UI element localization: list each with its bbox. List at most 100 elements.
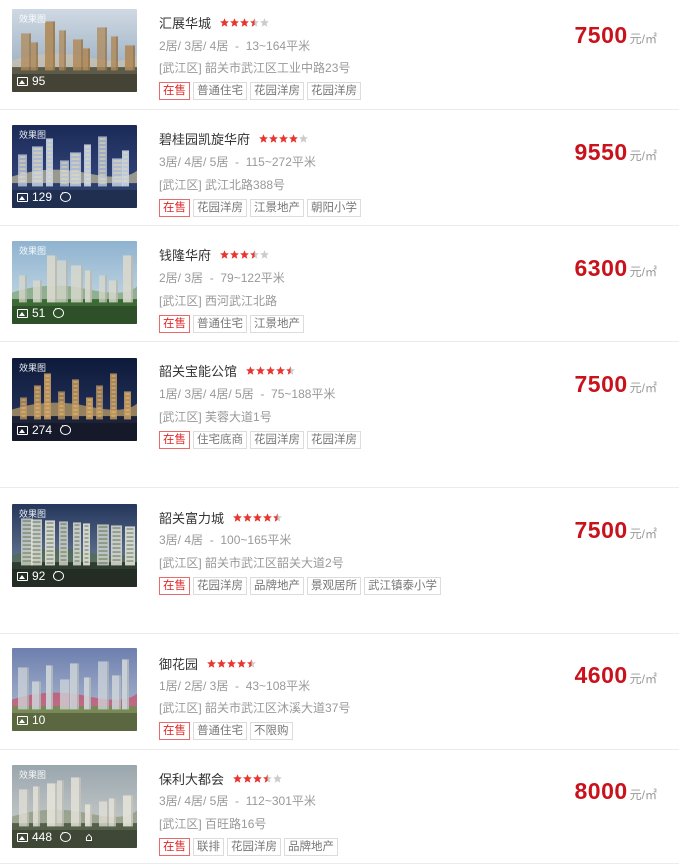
listing-item[interactable]: 效果图 92 韶关富力城 3居/ 4居 - 100~165平米 [武江区] 韶关市武江区… xyxy=(0,488,679,634)
price-value: 9550 xyxy=(574,139,628,165)
layout-area-info: 3居/ 4居 - 100~165平米 xyxy=(159,531,291,548)
tag-list: 在售 普通住宅 不限购 xyxy=(159,722,293,740)
address: 百旺路16号 xyxy=(205,817,267,831)
chat-icon[interactable] xyxy=(60,188,72,202)
rating-stars xyxy=(233,774,282,783)
star-icon xyxy=(250,250,259,259)
star-icon xyxy=(279,134,288,143)
listing-thumbnail[interactable]: 10 xyxy=(12,648,137,731)
feature-tag: 普通住宅 xyxy=(193,82,247,100)
district: [武江区] xyxy=(159,178,202,192)
photo-count-value: 448 xyxy=(32,830,53,844)
listing-item[interactable]: 效果图 51 钱隆华府 2居/ 3居 - 79~122平米 [武江区] 西河武江北路在售… xyxy=(0,226,679,342)
area-range: 100~165平米 xyxy=(220,533,292,547)
feature-tag: 花园洋房 xyxy=(193,577,247,595)
feature-tag: 花园洋房 xyxy=(227,838,281,856)
info-separator: - xyxy=(228,39,246,53)
feature-tag: 江景地产 xyxy=(250,315,304,333)
status-badge: 在售 xyxy=(159,431,190,449)
property-name[interactable]: 韶关富力城 xyxy=(159,508,224,527)
star-icon xyxy=(250,18,259,27)
property-name[interactable]: 汇展华城 xyxy=(159,13,211,32)
star-icon xyxy=(240,18,249,27)
address-info: [武江区] 西河武江北路 xyxy=(159,292,277,309)
feature-tag: 住宅底商 xyxy=(193,431,247,449)
listing-item[interactable]: 10 御花园 1居/ 2居/ 3居 - 43~108平米 [武江区] 韶关市武江区沐溪… xyxy=(0,634,679,750)
chat-icon[interactable] xyxy=(53,567,65,581)
listing-item[interactable]: 效果图 129 碧桂园凯旋华府 3居/ 4居/ 5居 - 115~272平米 [武江区]… xyxy=(0,110,679,226)
photo-count-value: 95 xyxy=(32,74,46,88)
address: 韶关市武江区沐溪大道37号 xyxy=(205,701,351,715)
star-icon xyxy=(220,250,229,259)
status-badge: 在售 xyxy=(159,315,190,333)
listing-item[interactable]: 效果图 95 汇展华城 2居/ 3居/ 4居 - 13~164平米 [武江区] 韶关市武… xyxy=(0,0,679,110)
listing-thumbnail[interactable]: 效果图 51 xyxy=(12,241,137,324)
feature-tag: 花园洋房 xyxy=(250,431,304,449)
property-name[interactable]: 御花园 xyxy=(159,654,198,673)
image-icon xyxy=(17,425,28,435)
effect-image-label: 效果图 xyxy=(19,247,47,257)
price-value: 8000 xyxy=(574,778,628,804)
chat-icon[interactable] xyxy=(60,421,72,435)
status-badge: 在售 xyxy=(159,838,190,856)
feature-tag: 武江镇泰小学 xyxy=(364,577,441,595)
photo-count-value: 10 xyxy=(32,713,46,727)
address: 西河武江北路 xyxy=(205,294,278,308)
star-icon xyxy=(289,134,298,143)
feature-tag: 景观居所 xyxy=(307,577,361,595)
star-icon xyxy=(260,18,269,27)
listing-thumbnail[interactable]: 效果图 95 xyxy=(12,9,137,92)
star-icon xyxy=(260,250,269,259)
area-range: 112~301平米 xyxy=(245,794,316,808)
listing-item[interactable]: 效果图 448 ⌂ 保利大都会 3居/ 4居/ 5居 - 112~301平米 [武江区] … xyxy=(0,750,679,864)
status-badge: 在售 xyxy=(159,722,190,740)
chat-icon[interactable] xyxy=(53,304,65,318)
listing-thumbnail[interactable]: 效果图 129 xyxy=(12,125,137,208)
panorama-icon[interactable]: ⌂ xyxy=(85,830,93,844)
property-name[interactable]: 保利大都会 xyxy=(159,769,224,788)
district: [武江区] xyxy=(159,410,202,424)
property-name[interactable]: 钱隆华府 xyxy=(159,245,211,264)
photo-count: 51 xyxy=(17,304,65,320)
price: 6300 元/㎡ xyxy=(574,255,657,282)
address-info: [武江区] 百旺路16号 xyxy=(159,815,266,832)
info-separator: - xyxy=(203,533,221,547)
star-icon xyxy=(263,774,272,783)
effect-image-label: 效果图 xyxy=(19,510,47,520)
info-separator: - xyxy=(203,271,221,285)
listing-item[interactable]: 效果图 274 韶关宝能公馆 1居/ 3居/ 4居/ 5居 - 75~188平米 [武江… xyxy=(0,342,679,488)
property-name[interactable]: 碧桂园凯旋华府 xyxy=(159,129,250,148)
area-range: 79~122平米 xyxy=(220,271,285,285)
star-icon xyxy=(230,18,239,27)
area-range: 115~272平米 xyxy=(245,155,316,169)
star-icon xyxy=(220,18,229,27)
layout-types: 1居/ 3居/ 4居/ 5居 xyxy=(159,387,254,401)
layout-types: 3居/ 4居/ 5居 xyxy=(159,794,229,808)
star-icon xyxy=(217,659,226,668)
star-icon xyxy=(276,366,285,375)
price-value: 4600 xyxy=(574,662,628,688)
price-unit: 元/㎡ xyxy=(629,788,657,802)
rating-stars xyxy=(259,134,308,143)
info-separator: - xyxy=(253,387,272,401)
listing-thumbnail[interactable]: 效果图 92 xyxy=(12,504,137,587)
price: 4600 元/㎡ xyxy=(574,662,657,689)
listing-thumbnail[interactable]: 效果图 448 ⌂ xyxy=(12,765,137,848)
property-name[interactable]: 韶关宝能公馆 xyxy=(159,361,237,380)
star-icon xyxy=(256,366,265,375)
district: [武江区] xyxy=(159,556,202,570)
chat-icon[interactable] xyxy=(60,828,72,842)
image-icon xyxy=(17,832,28,842)
effect-image-label: 效果图 xyxy=(19,364,47,374)
photo-count: 274 xyxy=(17,421,72,437)
photo-count-value: 274 xyxy=(32,423,53,437)
star-icon xyxy=(286,366,295,375)
layout-types: 2居/ 3居/ 4居 xyxy=(159,39,229,53)
image-icon xyxy=(17,76,28,86)
effect-image-label: 效果图 xyxy=(19,771,47,781)
district: [武江区] xyxy=(159,817,202,831)
status-badge: 在售 xyxy=(159,199,190,217)
star-icon xyxy=(263,513,272,522)
area-range: 13~164平米 xyxy=(245,39,311,53)
listing-thumbnail[interactable]: 效果图 274 xyxy=(12,358,137,441)
